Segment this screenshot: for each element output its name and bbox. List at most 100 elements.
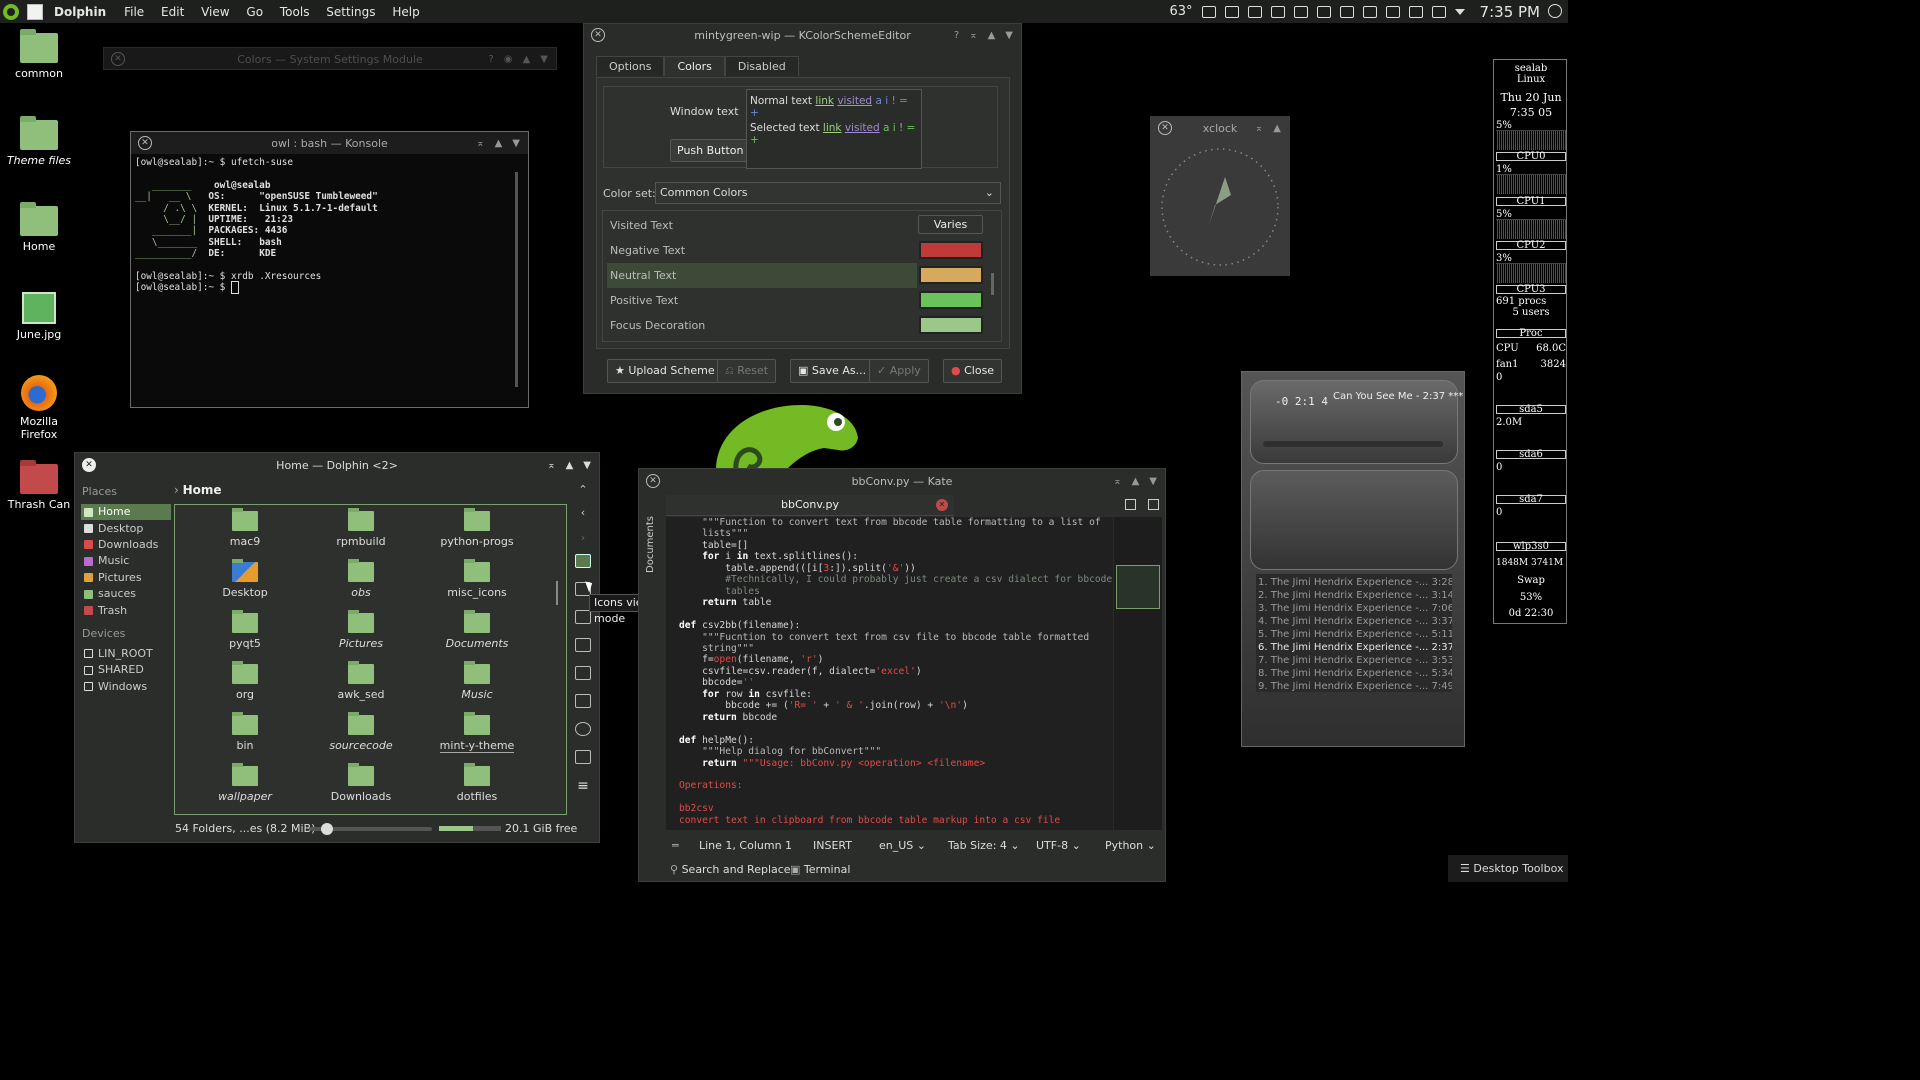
list-item[interactable]: 6. The Jimi Hendrix Experience -... 2:37 xyxy=(1256,641,1452,654)
list-item[interactable]: 4. The Jimi Hendrix Experience -... 3:37 xyxy=(1256,615,1452,628)
menu-edit[interactable]: Edit xyxy=(161,5,184,19)
terminal-output[interactable]: [owl@sealab]:~ $ ufetch-suse _______ owl… xyxy=(131,154,528,297)
place-home[interactable]: Home xyxy=(81,504,171,521)
file-view-scrollbar[interactable] xyxy=(556,581,558,605)
table-row[interactable]: Visited Text xyxy=(607,213,917,238)
media-player[interactable]: -0 2:1 4 Can You See Me - 2:37 *** 1. Th… xyxy=(1241,371,1465,747)
cursor-position[interactable]: Line 1, Column 1 xyxy=(699,839,792,852)
temperature[interactable]: 63° xyxy=(1170,4,1193,19)
keep-above-icon[interactable]: ⌅ xyxy=(1255,123,1263,134)
lightbulb-icon[interactable] xyxy=(1224,5,1239,18)
file-item[interactable]: dotfiles xyxy=(419,763,535,803)
maximize-icon[interactable]: ▲ xyxy=(566,460,574,471)
application-launcher-icon[interactable] xyxy=(3,3,19,20)
maximize-icon[interactable]: ▲ xyxy=(523,54,531,65)
file-item[interactable]: obs xyxy=(303,559,419,599)
place-sauces[interactable]: sauces xyxy=(81,586,171,602)
file-item[interactable]: awk_sed xyxy=(303,661,419,701)
file-item[interactable]: wallpaper xyxy=(187,763,303,803)
help-icon[interactable]: ? xyxy=(954,30,959,41)
place-downloads[interactable]: Downloads xyxy=(81,537,171,553)
preview-icon[interactable] xyxy=(575,666,591,680)
terminal-scrollbar[interactable] xyxy=(515,172,518,387)
menu-icon[interactable]: ◉ xyxy=(504,54,513,65)
file-item[interactable]: org xyxy=(187,661,303,701)
document-tab[interactable]: bbConv.py ✕ xyxy=(666,495,954,516)
apply-button[interactable]: ✓ Apply xyxy=(869,359,929,383)
file-item[interactable]: Documents xyxy=(419,610,535,650)
desktop-icon-june-jpg[interactable]: June.jpg xyxy=(0,292,78,341)
minimize-icon[interactable]: ▼ xyxy=(1149,476,1157,487)
negative-text-swatch[interactable] xyxy=(919,241,983,259)
file-item[interactable]: Downloads xyxy=(303,763,419,803)
close-icon[interactable]: ✕ xyxy=(111,52,125,66)
file-item[interactable]: mac9 xyxy=(187,508,303,548)
forward-icon[interactable]: › xyxy=(570,531,596,544)
file-item[interactable]: rpmbuild xyxy=(303,508,419,548)
playlist[interactable]: 1. The Jimi Hendrix Experience -... 3:28… xyxy=(1256,574,1452,692)
terminal-icon[interactable] xyxy=(575,750,591,764)
back-icon[interactable]: ‹ xyxy=(570,506,596,519)
minimize-icon[interactable]: ▼ xyxy=(1005,30,1013,41)
close-icon[interactable]: ✕ xyxy=(82,458,96,472)
details-view-mode-icon[interactable] xyxy=(575,610,591,624)
battery-icon[interactable] xyxy=(1385,5,1400,18)
push-button-preview[interactable]: Push Button xyxy=(670,139,751,162)
file-item[interactable]: mint-y-theme xyxy=(419,712,535,753)
documents-sidebar-tab[interactable]: Documents xyxy=(645,499,659,573)
positive-text-swatch[interactable] xyxy=(919,291,983,309)
wifi-icon[interactable] xyxy=(1362,5,1377,18)
keep-above-icon[interactable]: ⌅ xyxy=(476,138,484,149)
list-item[interactable]: 3. The Jimi Hendrix Experience -... 7:06 xyxy=(1256,602,1452,615)
encoding-select[interactable]: UTF-8 ⌄ xyxy=(1036,839,1081,852)
table-row[interactable]: Positive Text xyxy=(607,288,917,313)
input-mode[interactable]: INSERT xyxy=(813,839,852,852)
kate-window[interactable]: ✕ bbConv.py — Kate ⌅ ▲ ▼ Documents bbConv.… xyxy=(638,468,1166,882)
file-view[interactable]: mac9 rpmbuild python-progs Desktop obs m… xyxy=(174,504,567,815)
menu-settings[interactable]: Settings xyxy=(326,5,375,19)
updates-icon[interactable] xyxy=(1293,5,1308,18)
minimize-icon[interactable]: ▼ xyxy=(540,54,548,65)
close-icon[interactable]: ✕ xyxy=(646,474,660,488)
file-item[interactable]: Desktop xyxy=(187,559,303,599)
search-and-replace-button[interactable]: ⚲ Search and Replace xyxy=(670,863,791,876)
panel-clock[interactable]: 7:35 PM xyxy=(1480,3,1540,21)
volume-icon[interactable] xyxy=(1431,5,1446,18)
close-icon[interactable]: ✕ xyxy=(591,28,605,42)
devices-icon[interactable] xyxy=(1408,5,1423,18)
weather-icon[interactable] xyxy=(1201,5,1216,18)
konsole-window[interactable]: ✕ owl : bash — Konsole ⌅ ▲ ▼ [owl@sealab]:… xyxy=(130,131,529,408)
maximize-icon[interactable]: ▲ xyxy=(988,30,996,41)
keep-above-icon[interactable]: ⌅ xyxy=(547,460,555,471)
list-item[interactable]: 9. The Jimi Hendrix Experience -... 7:49 xyxy=(1256,680,1452,693)
desktop-toolbox-button[interactable]: ☰ Desktop Toolbox xyxy=(1448,855,1568,882)
color-set-select[interactable]: Common Colors ⌄ xyxy=(655,182,1001,204)
chevron-up-icon[interactable]: ⌃ xyxy=(570,483,596,496)
menu-file[interactable]: File xyxy=(124,5,144,19)
device-shared[interactable]: SHARED xyxy=(81,662,171,678)
help-icon[interactable]: ? xyxy=(489,54,494,65)
code-editor[interactable]: """Function to convert text from bbcode … xyxy=(666,517,1113,830)
save-as-button[interactable]: ▣ Save As... xyxy=(790,359,875,383)
menu-view[interactable]: View xyxy=(201,5,229,19)
file-item[interactable]: python-progs xyxy=(419,508,535,548)
tab-colors[interactable]: Colors xyxy=(664,56,725,76)
place-music[interactable]: Music xyxy=(81,553,171,569)
tab-options[interactable]: Options xyxy=(596,56,665,76)
notifications-icon[interactable] xyxy=(1339,5,1354,18)
maximize-icon[interactable]: ▲ xyxy=(495,138,503,149)
place-desktop[interactable]: Desktop xyxy=(81,520,171,536)
xclock-window[interactable]: ✕ xclock ⌅ ▲ xyxy=(1150,116,1290,276)
icons-view-mode-icon[interactable] xyxy=(575,554,591,568)
table-row[interactable]: Neutral Text xyxy=(607,263,917,288)
file-item[interactable]: sourcecode xyxy=(303,712,419,752)
keep-above-icon[interactable]: ⌅ xyxy=(1113,476,1121,487)
split-view-icon[interactable] xyxy=(1148,499,1159,510)
file-item[interactable]: bin xyxy=(187,712,303,752)
desktop-icon-firefox[interactable]: Mozilla Firefox xyxy=(0,375,78,441)
file-item[interactable]: Music xyxy=(419,661,535,701)
new-tab-icon[interactable] xyxy=(1125,499,1136,510)
device-windows[interactable]: Windows xyxy=(81,679,171,695)
menu-help[interactable]: Help xyxy=(392,5,419,19)
desktop-icon-trash[interactable]: Thrash Can xyxy=(0,460,78,511)
